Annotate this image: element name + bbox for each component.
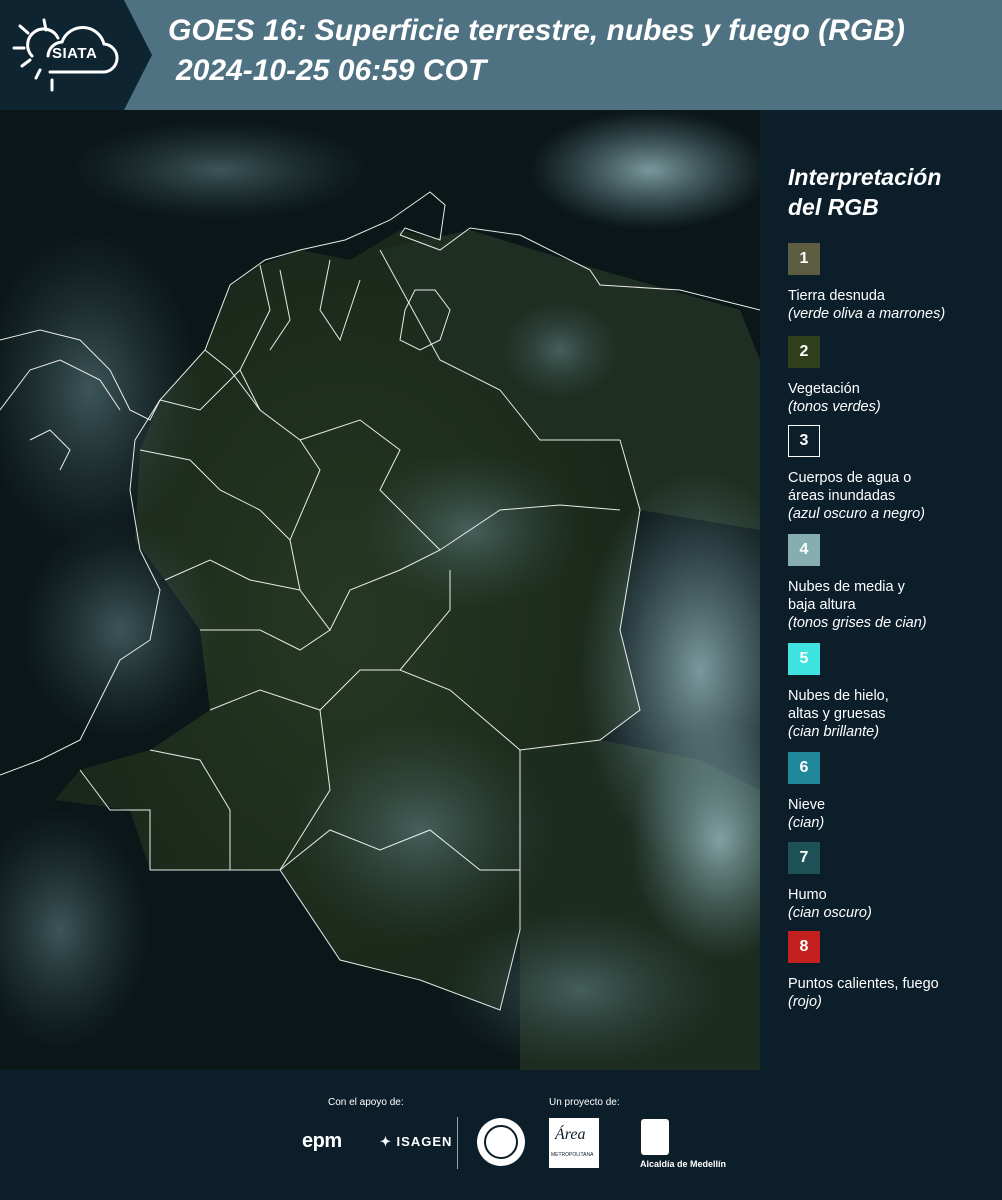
legend-description: (cian brillante)	[788, 724, 880, 740]
isagen-logo[interactable]: ✦ ISAGEN	[380, 1134, 452, 1150]
legend-item-water: 3 Cuerpos de agua o áreas inundadas (azu…	[788, 425, 988, 523]
legend-item-ice-clouds: 5 Nubes de hielo, altas y gruesas (cian …	[788, 643, 988, 741]
seal-ring	[484, 1125, 518, 1159]
epm-logo[interactable]: epm	[302, 1130, 342, 1153]
legend-number: 1	[799, 250, 809, 267]
isagen-star-icon: ✦	[380, 1134, 392, 1149]
project-label: Un proyecto de:	[549, 1097, 620, 1108]
page-title: GOES 16: Superficie terrestre, nubes y f…	[168, 14, 905, 47]
legend-swatch: 2	[788, 336, 820, 368]
legend-description: (tonos grises de cian)	[788, 615, 927, 631]
satellite-map[interactable]	[0, 110, 760, 1070]
footer-divider	[457, 1117, 458, 1169]
legend-label: Tierra desnuda	[788, 288, 885, 304]
isagen-logo-text: ISAGEN	[396, 1134, 453, 1149]
legend-label: Nieve	[788, 797, 826, 813]
legend-label: Humo	[788, 887, 827, 903]
gobernacion-seal-icon[interactable]	[477, 1118, 525, 1166]
legend-swatch: 7	[788, 842, 820, 874]
legend-item-hotspots: 8 Puntos calientes, fuego (rojo)	[788, 931, 988, 1011]
legend-item-vegetation: 2 Vegetación (tonos verdes)	[788, 336, 988, 416]
legend-panel: Interpretación del RGB 1 Tierra desnuda …	[760, 110, 1002, 1070]
legend-number: 6	[799, 759, 809, 776]
epm-logo-text: epm	[302, 1130, 342, 1152]
legend-description: (cian)	[788, 815, 825, 831]
rgb-composite-image	[0, 110, 760, 1070]
legend-description: (azul oscuro a negro)	[788, 506, 926, 522]
legend-description: (cian oscuro)	[788, 905, 872, 921]
area-metropolitana-logo[interactable]: Área METROPOLITANA	[549, 1118, 599, 1168]
legend-swatch: 1	[788, 243, 820, 275]
legend-number: 8	[799, 938, 809, 955]
legend-number: 2	[799, 343, 809, 360]
siata-logo-text: SIATA	[52, 45, 98, 62]
legend-title-line1: Interpretación	[788, 164, 942, 190]
area-logo-text: Área	[555, 1126, 586, 1143]
page-timestamp: 2024-10-25 06:59 COT	[176, 54, 487, 87]
legend-title-line2: del RGB	[788, 194, 879, 220]
legend-swatch: 8	[788, 931, 820, 963]
legend-label: Nubes de hielo, altas y gruesas	[788, 688, 889, 722]
legend-description: (tonos verdes)	[788, 399, 881, 415]
legend-number: 7	[799, 849, 809, 866]
legend-label: Vegetación	[788, 381, 860, 397]
legend-number: 3	[799, 432, 809, 449]
legend-swatch: 6	[788, 752, 820, 784]
legend-title: Interpretación del RGB	[788, 162, 941, 222]
header-bar: SIATA GOES 16: Superficie terrestre, nub…	[0, 0, 1002, 110]
legend-label: Cuerpos de agua o áreas inundadas	[788, 470, 912, 504]
legend-item-smoke: 7 Humo (cian oscuro)	[788, 842, 988, 922]
legend-label: Nubes de media y baja altura	[788, 579, 905, 613]
legend-label: Puntos calientes, fuego	[788, 976, 939, 992]
legend-swatch: 5	[788, 643, 820, 675]
medellin-logo-text: Alcaldía de Medellín	[640, 1159, 727, 1169]
support-label: Con el apoyo de:	[328, 1097, 404, 1108]
legend-item-low-clouds: 4 Nubes de media y baja altura (tonos gr…	[788, 534, 988, 632]
legend-item-snow: 6 Nieve (cian)	[788, 752, 988, 832]
legend-description: (verde oliva a marrones)	[788, 306, 946, 322]
legend-item-bare-soil: 1 Tierra desnuda (verde oliva a marrones…	[788, 243, 988, 323]
legend-swatch: 4	[788, 534, 820, 566]
legend-number: 4	[799, 541, 809, 558]
area-logo-subtext: METROPOLITANA	[551, 1152, 594, 1158]
medellin-coat-of-arms-icon[interactable]	[641, 1119, 669, 1155]
footer-sponsors: Con el apoyo de: Un proyecto de: epm ✦ I…	[0, 1070, 1002, 1200]
legend-swatch: 3	[788, 425, 820, 457]
legend-description: (rojo)	[788, 994, 822, 1010]
siata-logo[interactable]: SIATA	[0, 0, 152, 110]
legend-number: 5	[799, 650, 809, 667]
